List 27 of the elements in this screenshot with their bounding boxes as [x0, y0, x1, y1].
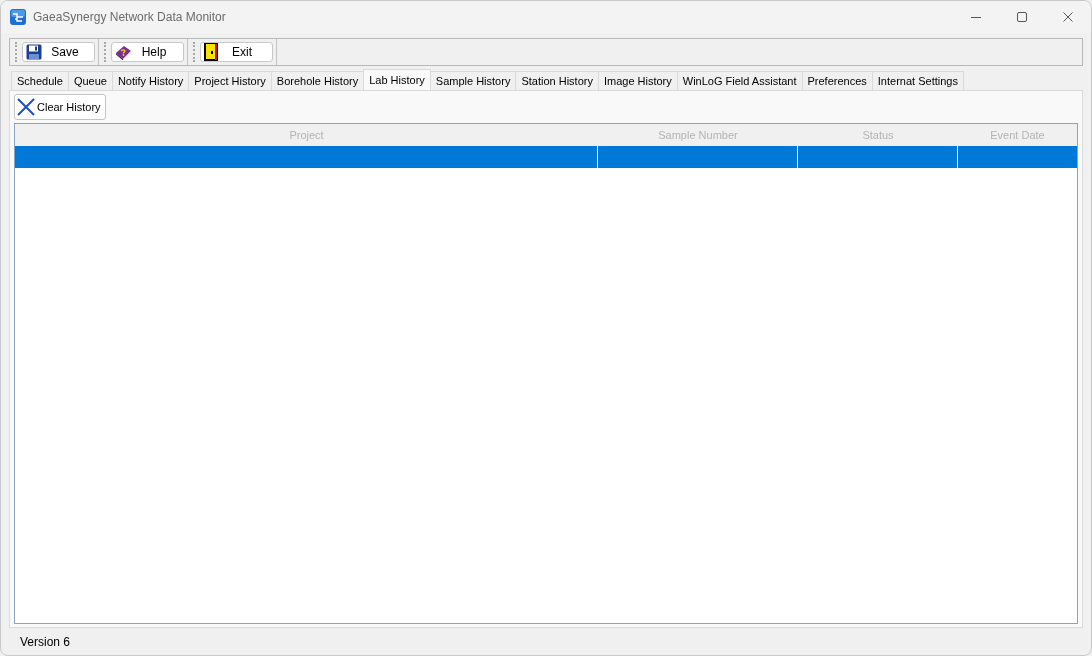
tab[interactable]: Image History: [598, 71, 678, 90]
grip-icon[interactable]: [193, 42, 196, 62]
clear-history-button[interactable]: Clear History: [14, 94, 106, 120]
door-icon: [204, 43, 218, 61]
tab[interactable]: Internat Settings: [872, 71, 964, 90]
cross-icon: [17, 98, 35, 116]
grip-icon[interactable]: [104, 42, 107, 62]
tab[interactable]: Schedule: [11, 71, 69, 90]
toolbar-button[interactable]: Help: [111, 42, 184, 62]
tab[interactable]: Project History: [189, 71, 272, 90]
tab[interactable]: Notify History: [112, 71, 190, 90]
window-title: GaeaSynergy Network Data Monitor: [33, 9, 227, 26]
tab[interactable]: Preferences: [802, 71, 873, 90]
toolbar-button[interactable]: Exit: [200, 42, 273, 62]
book-icon: [115, 44, 131, 60]
tab[interactable]: Queue: [68, 71, 113, 90]
tab[interactable]: Borehole History: [271, 71, 365, 90]
toolbar-button[interactable]: Save: [22, 42, 95, 62]
tab[interactable]: Sample History: [430, 71, 517, 90]
tab[interactable]: Station History: [516, 71, 599, 90]
tab[interactable]: WinLoG Field Assistant: [677, 71, 803, 90]
version-label: Version 6: [20, 633, 71, 651]
maximize-icon: [1017, 12, 1027, 22]
app-icon: [10, 9, 26, 25]
grip-icon[interactable]: [15, 42, 18, 62]
tab[interactable]: Lab History: [363, 69, 431, 90]
close-icon: [1063, 12, 1073, 22]
